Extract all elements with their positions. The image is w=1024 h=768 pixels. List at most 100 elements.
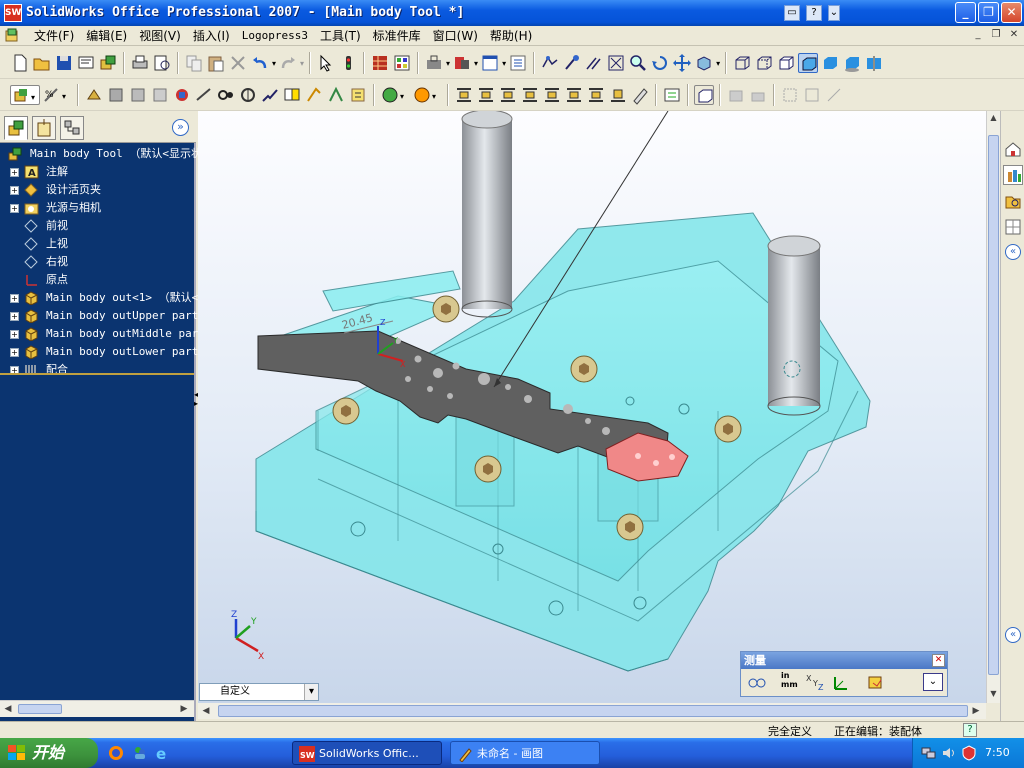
sheet-metal-disabled-icon[interactable] — [726, 85, 746, 105]
menu-insert[interactable]: 插入(I) — [187, 28, 236, 44]
edit-component-icon[interactable] — [694, 85, 714, 105]
copy-icon[interactable] — [184, 53, 204, 73]
tree-item[interactable]: + Main body outUpper part_ — [0, 307, 205, 325]
menu-standard-library[interactable]: 标准件库 — [367, 28, 427, 44]
view-palette-icon[interactable] — [1003, 217, 1023, 237]
toolbox-parts-icon[interactable] — [452, 53, 472, 73]
appearance-icon[interactable]: ▾ — [380, 85, 410, 105]
exploded-view-icon[interactable] — [260, 85, 280, 105]
open-file-icon[interactable] — [32, 53, 52, 73]
volume-icon[interactable] — [941, 745, 957, 761]
expand-toggle-icon[interactable]: + — [10, 312, 19, 321]
dimension-disabled-icon[interactable] — [824, 85, 844, 105]
space-down-icon[interactable] — [608, 85, 628, 105]
move-component-icon[interactable] — [106, 85, 126, 105]
align-left-icon[interactable] — [454, 85, 474, 105]
delete-icon[interactable] — [228, 53, 248, 73]
options-icon[interactable] — [392, 53, 412, 73]
previous-view-icon[interactable] — [540, 53, 560, 73]
expand-task-pane-button[interactable]: « — [1005, 244, 1021, 260]
select-icon[interactable] — [316, 53, 336, 73]
menu-view[interactable]: 视图(V) — [133, 28, 187, 44]
doc-close-button[interactable]: ✕ — [1006, 28, 1022, 43]
tree-item[interactable]: + 设计活页夹 — [0, 181, 194, 199]
arc-circle-measure-icon[interactable] — [747, 673, 767, 694]
tree-item[interactable]: + Main body outMiddle part — [0, 325, 205, 343]
align-bottom-icon[interactable] — [520, 85, 540, 105]
tree-item[interactable]: + 配合 — [0, 361, 194, 379]
print-icon[interactable] — [130, 53, 150, 73]
save-icon[interactable] — [54, 53, 74, 73]
weldment-disabled-icon[interactable] — [748, 85, 768, 105]
minimize-button[interactable]: _ — [955, 2, 976, 23]
task-paint[interactable]: 未命名 - 画图 — [450, 741, 600, 765]
hole-alignment-icon[interactable] — [326, 85, 346, 105]
task-solidworks[interactable]: SW SolidWorks Offic... — [292, 741, 442, 765]
hidden-lines-removed-icon[interactable] — [776, 53, 796, 73]
new-file-icon[interactable] — [10, 53, 30, 73]
shaded-with-edges-icon[interactable] — [798, 53, 819, 73]
expand-toggle-icon[interactable]: + — [10, 294, 19, 303]
file-explorer-icon[interactable] — [1003, 191, 1023, 211]
clearance-verification-icon[interactable] — [304, 85, 324, 105]
graphics-area[interactable]: 20.45 Z X Y Z X Y — [198, 109, 986, 703]
combo-arrow-icon[interactable]: ▾ — [304, 684, 318, 700]
rollback-bar[interactable] — [0, 373, 194, 375]
toolbox-icon[interactable] — [424, 53, 444, 73]
mold-disabled-icon[interactable] — [780, 85, 800, 105]
zoom-in-out-icon[interactable] — [628, 53, 648, 73]
point-to-point-icon[interactable] — [831, 673, 851, 694]
quick-more-icon[interactable]: ⌄ — [828, 5, 840, 21]
window-layout-icon[interactable] — [480, 53, 500, 73]
tree-item[interactable]: 上视 — [0, 235, 194, 253]
configurationmanager-tab[interactable] — [60, 116, 84, 140]
expand-toggle-icon[interactable]: + — [10, 204, 19, 213]
render-icon[interactable]: ▾ — [412, 85, 442, 105]
security-shield-icon[interactable] — [961, 745, 977, 761]
bill-of-materials-icon[interactable] — [238, 85, 258, 105]
units-icon[interactable]: in mm — [781, 671, 798, 689]
measure-title-bar[interactable]: 测量 ✕ — [741, 652, 947, 669]
expand-task-pane-bottom-button[interactable]: « — [1005, 627, 1021, 643]
tree-item[interactable]: + Main body out<1> （默认<显 — [0, 289, 209, 307]
insert-component-icon[interactable]: ▾ — [10, 85, 40, 105]
measure-expand-button[interactable]: ⌄ — [923, 673, 943, 691]
menu-file[interactable]: 文件(F) — [28, 28, 80, 44]
expand-toggle-icon[interactable]: + — [10, 330, 19, 339]
rotate-view-icon[interactable] — [650, 53, 670, 73]
network-icon[interactable] — [921, 745, 937, 761]
sketch-disabled-icon[interactable] — [802, 85, 822, 105]
viewport-vscroll[interactable]: ▲ ▼ — [986, 111, 1000, 703]
quick-view-icon[interactable]: ▭ — [784, 5, 800, 21]
shadows-icon[interactable] — [842, 53, 862, 73]
align-right-icon[interactable] — [476, 85, 496, 105]
mate-icon[interactable]: % ▾ — [42, 85, 72, 105]
space-across-icon[interactable] — [586, 85, 606, 105]
expand-toggle-icon[interactable]: + — [10, 186, 19, 195]
shaded-icon[interactable] — [820, 53, 840, 73]
pan-view-icon[interactable] — [562, 53, 582, 73]
align-middle-icon[interactable] — [564, 85, 584, 105]
make-drawing-icon[interactable] — [76, 53, 96, 73]
tree-item[interactable]: + A 注解 — [0, 163, 194, 181]
make-assembly-icon[interactable] — [98, 53, 118, 73]
smart-fasteners-icon[interactable] — [84, 85, 104, 105]
show-hidden-icon[interactable] — [150, 85, 170, 105]
hidden-lines-visible-icon[interactable] — [754, 53, 774, 73]
interference-detection-icon[interactable] — [282, 85, 302, 105]
pan-icon[interactable] — [672, 53, 692, 73]
featuremanager-tab[interactable] — [4, 116, 28, 140]
messenger-icon[interactable] — [132, 745, 148, 761]
zoom-selection-icon[interactable] — [584, 53, 604, 73]
history-icon[interactable] — [867, 673, 887, 694]
print-preview-icon[interactable] — [152, 53, 172, 73]
internet-explorer-icon[interactable]: e — [155, 745, 171, 763]
list-icon[interactable] — [508, 53, 528, 73]
toggle-icon[interactable] — [662, 85, 682, 105]
zoom-to-fit-icon[interactable] — [606, 53, 626, 73]
xyz-icon[interactable]: XYZ — [805, 673, 825, 694]
measure-close-button[interactable]: ✕ — [932, 654, 945, 667]
die-assembly-model[interactable]: 20.45 Z X Y Z X Y — [198, 109, 986, 703]
standard-views-icon[interactable] — [694, 53, 714, 73]
file-properties-icon[interactable] — [370, 53, 390, 73]
